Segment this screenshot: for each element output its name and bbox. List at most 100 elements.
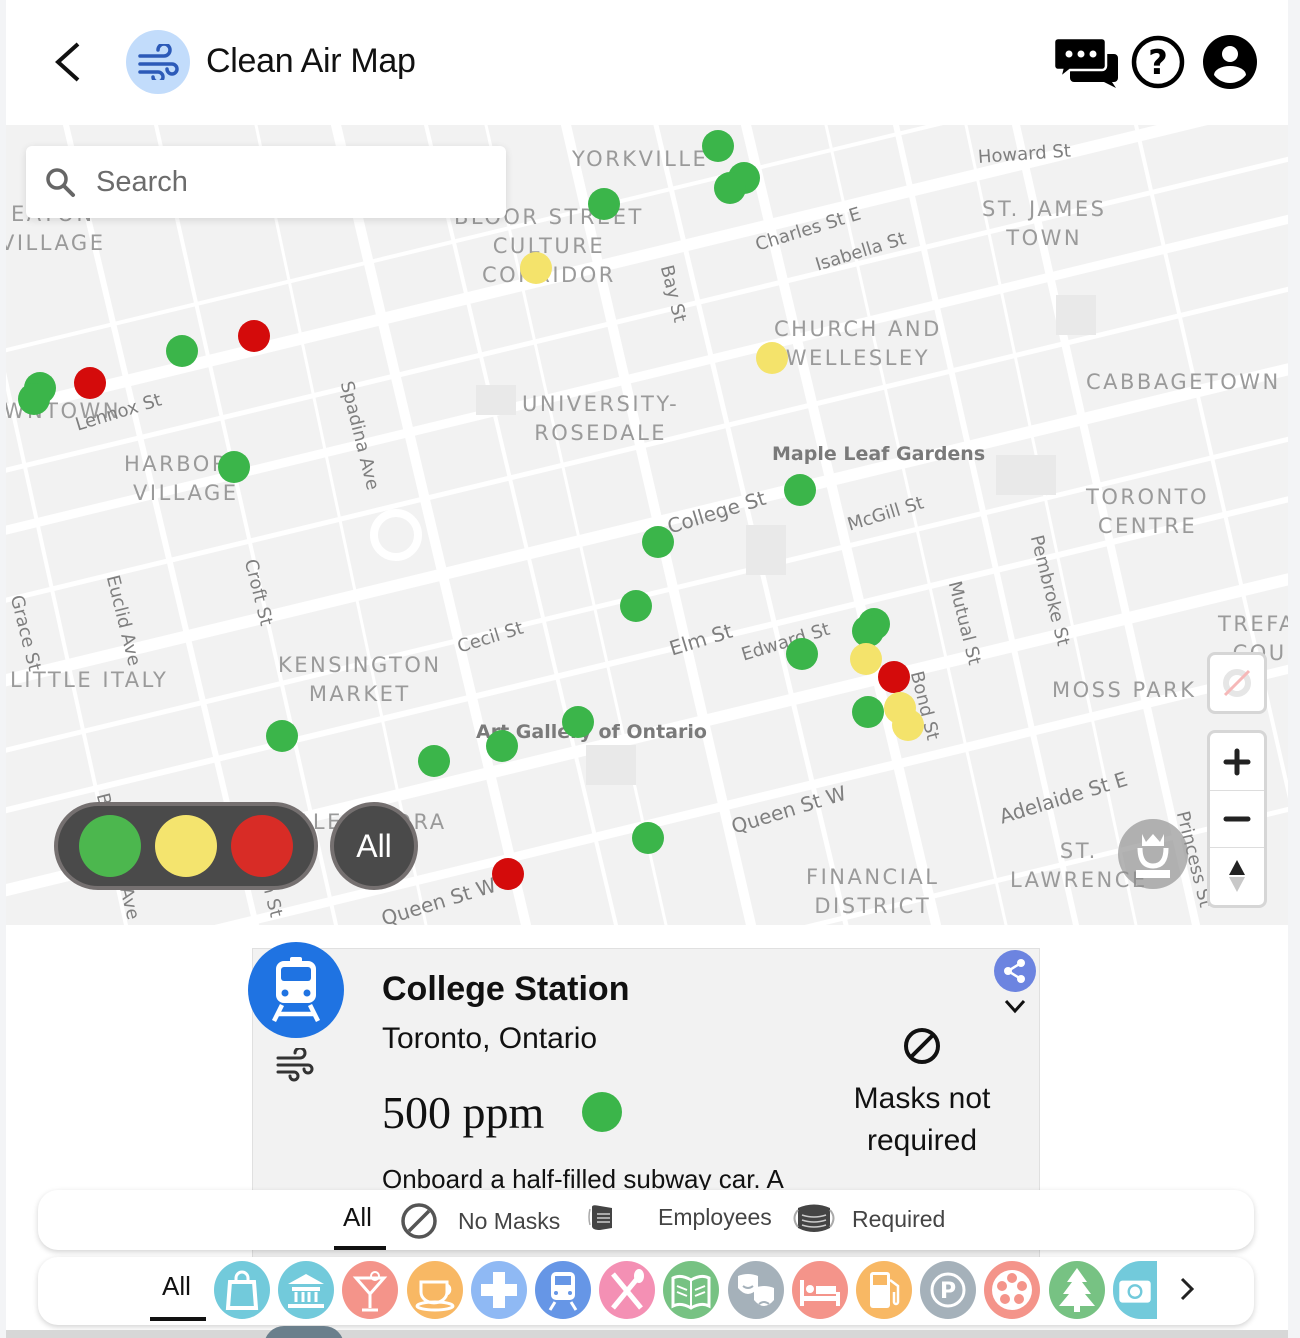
category-camera-button[interactable] <box>1112 1261 1157 1319</box>
no-symbol-icon <box>904 1028 940 1064</box>
street-view-button[interactable] <box>1118 819 1188 889</box>
air-quality-marker-yellow[interactable] <box>850 643 882 675</box>
category-cinema-button[interactable] <box>984 1261 1041 1319</box>
chat-button[interactable] <box>1052 34 1118 90</box>
bottom-edge <box>6 1330 1288 1338</box>
wind-icon <box>138 44 179 80</box>
compass-control[interactable] <box>1207 652 1267 714</box>
category-gas-button[interactable] <box>856 1261 912 1319</box>
pegman-icon <box>1136 834 1170 878</box>
air-quality-marker-green[interactable] <box>786 638 818 670</box>
account-circle-icon <box>1203 35 1257 89</box>
parking-icon: P <box>930 1272 966 1308</box>
air-quality-marker-red[interactable] <box>878 661 910 693</box>
compass-button[interactable] <box>1210 655 1264 711</box>
air-quality-marker-red[interactable] <box>492 858 524 890</box>
app-header: Clean Air Map ? <box>6 0 1288 125</box>
air-quality-marker-green[interactable] <box>266 720 298 752</box>
minus-icon <box>1223 816 1251 822</box>
air-quality-marker-green[interactable] <box>632 822 664 854</box>
category-park-button[interactable] <box>1048 1261 1105 1319</box>
air-quality-marker-yellow[interactable] <box>520 252 552 284</box>
air-quality-marker-red[interactable] <box>238 320 270 352</box>
help-button[interactable]: ? <box>1130 34 1186 90</box>
air-quality-marker-green[interactable] <box>620 590 652 622</box>
next-card-peek <box>264 1326 344 1338</box>
shopping-bag-icon <box>225 1270 259 1310</box>
co2-reading: 500 ppm <box>382 1087 545 1138</box>
medical-cross-icon <box>480 1272 517 1308</box>
air-quality-filter <box>54 802 318 890</box>
filter-all-button[interactable]: All <box>330 802 418 890</box>
reset-bearing-button[interactable] <box>1210 847 1264 904</box>
air-quality-marker-green[interactable] <box>642 526 674 558</box>
search-icon <box>46 168 75 197</box>
chevron-right-icon[interactable] <box>1172 1269 1202 1309</box>
plus-icon <box>1223 748 1251 775</box>
category-bar-button[interactable] <box>342 1261 399 1319</box>
chevron-left-icon <box>55 42 80 82</box>
train-icon <box>548 1272 578 1311</box>
filter-yellow-button[interactable] <box>155 815 217 877</box>
category-restaurant-button[interactable] <box>599 1261 656 1319</box>
air-quality-marker-green[interactable] <box>166 335 198 367</box>
account-button[interactable] <box>1202 34 1258 90</box>
category-tab-all[interactable]: All <box>162 1271 191 1302</box>
air-quality-marker-green[interactable] <box>588 188 620 220</box>
air-quality-marker-green[interactable] <box>852 696 884 728</box>
camera-icon <box>1119 1280 1151 1303</box>
air-quality-marker-green[interactable] <box>218 451 250 483</box>
fork-spoon-icon <box>611 1269 645 1310</box>
place-category-badge <box>248 942 344 1038</box>
filter-green-button[interactable] <box>79 815 141 877</box>
no-symbol-icon <box>401 1203 437 1239</box>
search-input[interactable] <box>96 165 476 199</box>
mask-tab-label: Required <box>852 1205 946 1232</box>
air-quality-marker-yellow[interactable] <box>892 709 924 741</box>
tree-icon <box>1058 1268 1095 1312</box>
category-cafe-button[interactable] <box>406 1261 463 1319</box>
filter-red-button[interactable] <box>231 815 293 877</box>
app-logo <box>126 30 190 94</box>
air-quality-marker-green[interactable] <box>702 130 734 162</box>
air-quality-marker-green[interactable] <box>562 706 594 738</box>
zoom-in-button[interactable] <box>1210 733 1264 790</box>
mask-tab-label: No Masks <box>458 1207 561 1234</box>
wind-icon <box>276 1048 314 1082</box>
search-bar[interactable] <box>26 146 506 218</box>
category-parking-button[interactable]: P <box>920 1261 977 1319</box>
category-theatre-button[interactable] <box>727 1261 784 1319</box>
category-health-button[interactable] <box>470 1261 527 1319</box>
air-quality-marker-green[interactable] <box>486 730 518 762</box>
category-shopping-button[interactable] <box>214 1261 270 1319</box>
mask-tab-no-masks[interactable]: No Masks <box>400 1202 560 1240</box>
compass-disabled-icon <box>1223 669 1251 697</box>
map-view[interactable]: YORKVILLE BLOOR STREETCULTURECORRIDOR ST… <box>6 125 1288 925</box>
category-library-button[interactable] <box>663 1261 720 1319</box>
mask-tab-required[interactable]: Required <box>790 1202 945 1236</box>
category-hotel-button[interactable] <box>791 1261 848 1319</box>
category-government-button[interactable] <box>278 1261 335 1319</box>
air-quality-marker-yellow[interactable] <box>756 342 788 374</box>
category-transit-button[interactable] <box>535 1261 591 1319</box>
back-button[interactable] <box>46 38 90 86</box>
chevron-down-icon[interactable] <box>1000 994 1030 1018</box>
air-quality-marker-red[interactable] <box>74 367 106 399</box>
film-reel-icon <box>992 1270 1033 1310</box>
zoom-out-button[interactable] <box>1210 790 1264 847</box>
active-tab-indicator <box>334 1246 386 1250</box>
place-name: College Station <box>382 970 630 1008</box>
mask-tab-employees[interactable]: Employees <box>588 1202 772 1232</box>
book-icon <box>671 1274 711 1310</box>
zoom-control <box>1207 730 1267 908</box>
air-quality-marker-green[interactable] <box>18 383 50 415</box>
share-button[interactable] <box>994 950 1036 992</box>
mask-filter-bar: All No Masks Employees Required <box>38 1190 1254 1250</box>
theatre-masks-icon <box>737 1274 774 1306</box>
air-quality-marker-green[interactable] <box>418 745 450 777</box>
air-quality-marker-green[interactable] <box>784 474 816 506</box>
svg-text:P: P <box>940 1279 956 1304</box>
mask-tab-all[interactable]: All <box>343 1202 372 1233</box>
category-filter-bar: All P <box>38 1257 1254 1325</box>
air-quality-marker-green[interactable] <box>714 172 746 204</box>
